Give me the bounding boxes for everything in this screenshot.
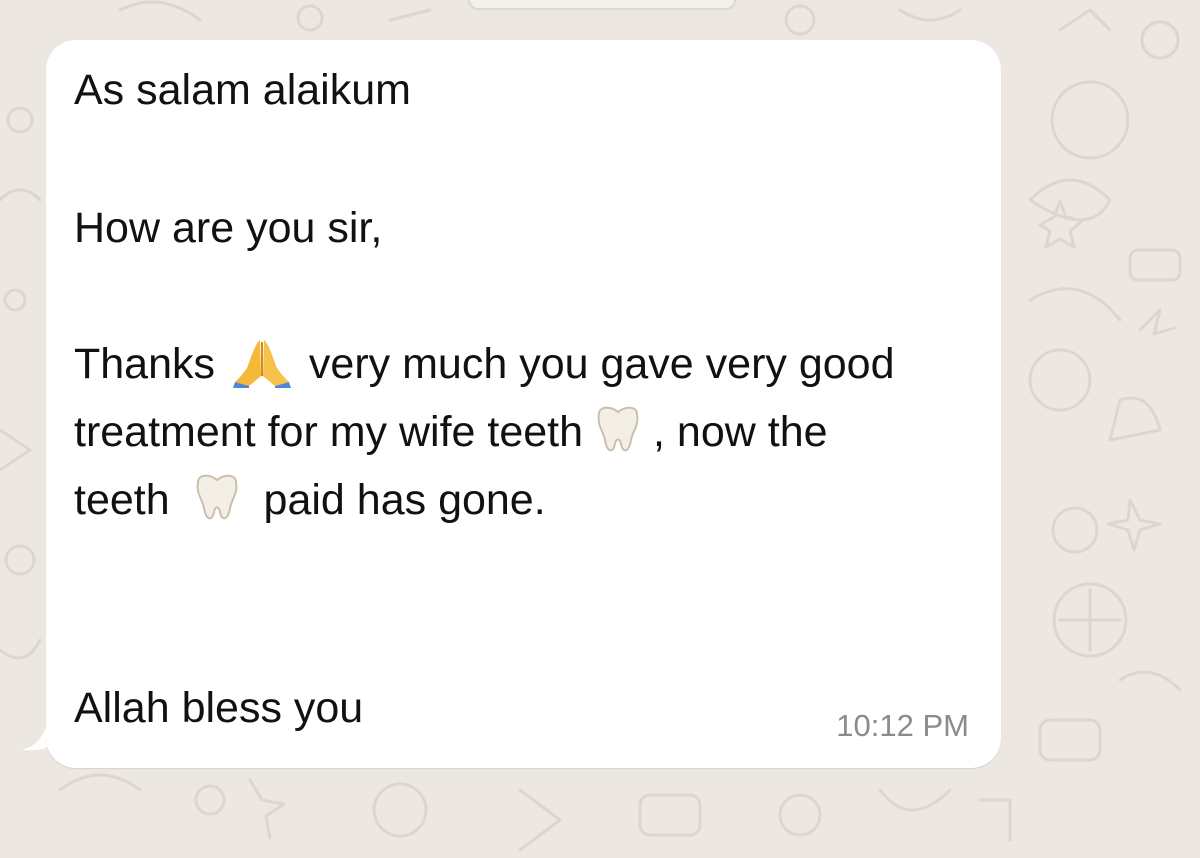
folded-hands-emoji-icon bbox=[232, 336, 291, 388]
message-question: How are you sir, bbox=[74, 204, 383, 252]
message-body-line-1: Thanks very much you gave very good bbox=[74, 330, 895, 398]
message-body-line-3: teeth paid has gone. bbox=[74, 466, 546, 534]
message-greeting: As salam alaikum bbox=[74, 66, 411, 114]
message-timestamp: 10:12 PM bbox=[836, 708, 969, 743]
body-line2-end: , now the bbox=[653, 408, 828, 456]
body-line2-start: treatment for my wife teeth bbox=[74, 408, 584, 456]
message-body-line-2: treatment for my wife teeth , now the bbox=[74, 398, 828, 466]
body-line1-start: Thanks bbox=[74, 340, 216, 388]
body-line1-end: very much you gave very good bbox=[308, 340, 895, 388]
body-line3-end: paid has gone. bbox=[263, 476, 546, 524]
tooth-emoji-icon bbox=[188, 472, 246, 524]
message-closing: Allah bless you bbox=[74, 684, 364, 732]
date-pill bbox=[468, 0, 736, 10]
tooth-emoji-icon bbox=[589, 404, 647, 456]
body-line3-start: teeth bbox=[74, 476, 170, 524]
